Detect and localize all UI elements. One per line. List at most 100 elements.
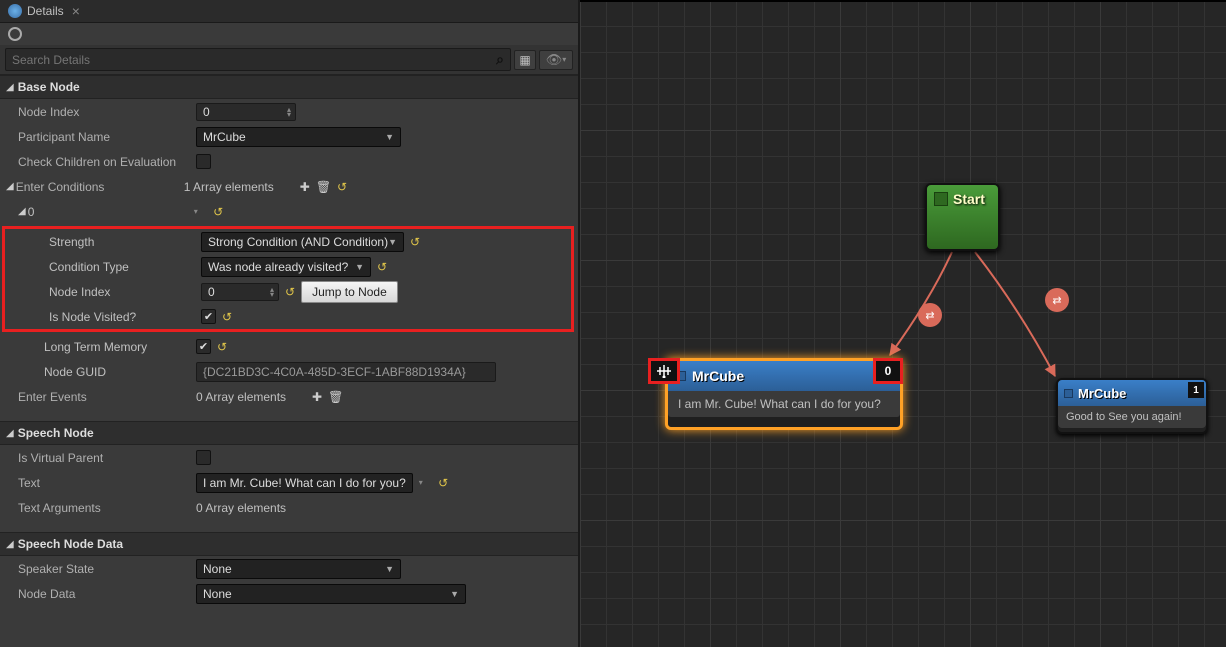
spinner-arrows-icon[interactable]: ▴▾ [287,107,291,117]
row-virtual-parent: Is Virtual Parent [0,445,578,470]
node-guid-value: {DC21BD3C-4C0A-485D-3ECF-1ABF88D1934A} [196,362,496,382]
row-check-children: Check Children on Evaluation [0,149,578,174]
node-index-badge: 0 [873,358,903,384]
check-children-checkbox[interactable] [196,154,211,169]
label-enter-events: Enter Events [18,390,196,404]
condition-type-value: Was node already visited? [208,260,348,274]
speaker-state-dropdown[interactable]: None▼ [196,559,401,579]
row-condition-type: Condition Type Was node already visited?… [5,254,571,279]
participant-value: MrCube [203,130,246,144]
array-count: 0 Array elements [196,390,286,404]
row-strength: Strength Strong Condition (AND Condition… [5,229,571,254]
node-title: MrCube [692,368,744,384]
reset-icon[interactable]: ↺ [438,476,448,490]
row-speaker-state: Speaker State None▼ [0,556,578,581]
add-icon[interactable]: ✚ [312,390,322,404]
spinner-arrows-icon[interactable]: ▴▾ [270,287,274,297]
expand-icon[interactable]: ◢ [6,181,14,192]
search-box[interactable]: ⌕ [5,48,511,71]
long-term-memory-checkbox[interactable]: ✔ [196,339,211,354]
section-base-node[interactable]: ◢ Base Node [0,75,578,99]
details-icon [8,4,22,18]
row-cond-node-index: Node Index 0▴▾ ↺ Jump to Node [5,279,571,304]
add-icon[interactable]: ✚ [300,180,310,194]
cond-node-index-spinner[interactable]: 0 ▴▾ [201,283,279,301]
view-grid-button[interactable]: ▦ [514,50,536,70]
row-enter-events: Enter Events 0 Array elements ✚ 🗑 [0,384,578,409]
section-speech-node[interactable]: ◢ Speech Node [0,421,578,445]
section-label: Speech Node Data [18,537,123,551]
graph-canvas[interactable]: ⇄ ⇄ Start 0 MrCube I am Mr. Cube! What c… [580,0,1226,647]
array-count: 0 Array elements [196,501,286,515]
node-index-badge: 1 [1188,382,1204,398]
reset-icon[interactable]: ↺ [222,310,232,324]
node-data-value: None [203,587,232,601]
reset-icon[interactable]: ↺ [337,180,347,194]
record-icon [8,27,22,41]
search-icon[interactable]: ⌕ [496,51,504,68]
node-body-text: I am Mr. Cube! What can I do for you? [668,391,900,417]
grid-icon: ▦ [519,53,530,67]
search-input[interactable] [12,53,496,67]
label-node-guid: Node GUID [44,365,196,379]
row-node-data: Node Data None ▼ [0,581,578,606]
chevron-down-icon: ▼ [450,589,459,599]
text-field[interactable]: I am Mr. Cube! What can I do for you? [196,473,413,493]
section-speech-node-data[interactable]: ◢ Speech Node Data [0,532,578,556]
row-enter-conditions: ◢ Enter Conditions 1 Array elements ✚ 🗑 … [0,174,578,199]
label-strength: Strength [49,235,201,249]
graph-node-speech-1[interactable]: 1 MrCube Good to See you again! [1056,378,1208,434]
condition-type-dropdown[interactable]: Was node already visited?▼ [201,257,371,277]
row-text: Text I am Mr. Cube! What can I do for yo… [0,470,578,495]
array-count: 1 Array elements [184,180,274,194]
highlighted-properties: Strength Strong Condition (AND Condition… [2,226,574,332]
label-condition-type: Condition Type [49,260,201,274]
participant-dropdown[interactable]: MrCube ▼ [196,127,401,147]
search-row: ⌕ ▦ 👁▾ [0,45,578,75]
strength-value: Strong Condition (AND Condition) [208,235,388,249]
chevron-down-icon: ▾ [562,55,566,64]
label-item-0: 0 [28,205,194,219]
speaker-icon [1064,389,1073,398]
label-participant: Participant Name [18,130,196,144]
start-square-icon [934,192,948,206]
label-text: Text [18,476,196,490]
node-data-dropdown[interactable]: None ▼ [196,584,466,604]
section-label: Base Node [18,80,80,94]
graph-node-start[interactable]: Start [925,183,1000,251]
expand-icon[interactable]: ◢ [18,206,26,217]
row-node-index: Node Index 0▴▾ [0,99,578,124]
cond-node-index-value: 0 [208,285,215,299]
eye-icon: 👁 [546,52,563,68]
expand-icon: ◢ [6,428,14,439]
reset-icon[interactable]: ↺ [410,235,420,249]
reset-icon[interactable]: ↺ [217,340,227,354]
row-is-node-visited: Is Node Visited? ✔ ↺ [5,304,571,329]
graph-edges [580,0,1226,647]
reset-icon[interactable]: ↺ [213,205,223,219]
label-speaker-state: Speaker State [18,562,196,576]
chevron-down-icon[interactable]: ▾ [419,478,423,487]
label-is-node-visited: Is Node Visited? [49,310,201,324]
label-virtual-parent: Is Virtual Parent [18,451,196,465]
label-node-data: Node Data [18,587,196,601]
panel-title: Details [27,4,64,18]
start-node-title: Start [953,191,985,207]
close-icon[interactable]: × [72,3,80,19]
trash-icon[interactable]: 🗑 [328,390,343,404]
visibility-button[interactable]: 👁▾ [539,50,573,70]
reset-icon[interactable]: ↺ [285,285,295,299]
node-title: MrCube [1078,386,1126,401]
jump-to-node-button[interactable]: Jump to Node [301,281,398,303]
label-check-children: Check Children on Evaluation [18,155,196,169]
virtual-parent-checkbox[interactable] [196,450,211,465]
reset-icon[interactable]: ↺ [377,260,387,274]
trash-icon[interactable]: 🗑 [316,180,331,194]
chevron-down-icon: ▼ [385,132,394,142]
is-node-visited-checkbox[interactable]: ✔ [201,309,216,324]
node-index-spinner[interactable]: 0▴▾ [196,103,296,121]
panel-tab[interactable]: Details × [0,0,578,23]
strength-dropdown[interactable]: Strong Condition (AND Condition)▼ [201,232,404,252]
graph-node-speech-0[interactable]: 0 MrCube I am Mr. Cube! What can I do fo… [665,358,903,430]
chevron-down-icon[interactable]: ▾ [194,207,198,216]
